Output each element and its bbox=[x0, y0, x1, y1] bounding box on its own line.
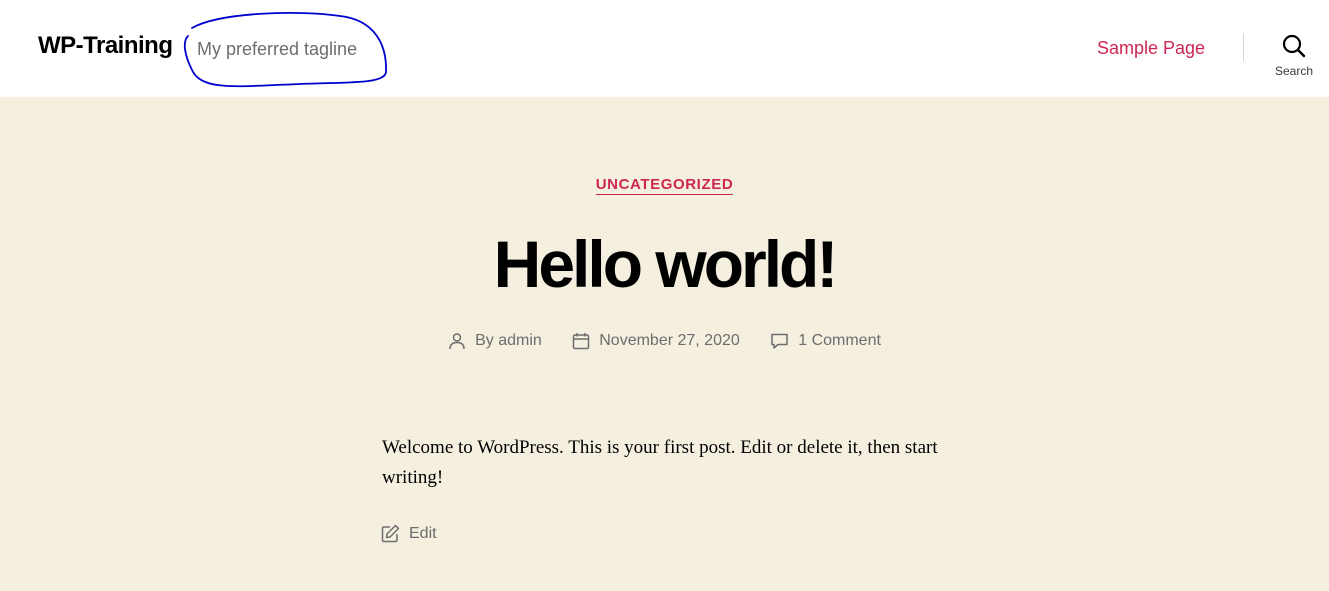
nav-divider bbox=[1243, 33, 1244, 61]
post-content: Welcome to WordPress. This is your first… bbox=[382, 437, 938, 488]
category-link[interactable]: UNCATEGORIZED bbox=[595, 176, 734, 195]
calendar-icon bbox=[572, 333, 590, 350]
date-link[interactable]: November 27, 2020 bbox=[599, 330, 740, 352]
author-prefix: By bbox=[475, 332, 494, 349]
post-date: November 27, 2020 bbox=[572, 330, 740, 352]
user-icon bbox=[449, 333, 465, 350]
search-toggle-button[interactable]: Search bbox=[1262, 34, 1326, 84]
comments-link[interactable]: 1 Comment bbox=[798, 330, 881, 352]
comment-icon bbox=[771, 333, 788, 349]
author-link[interactable]: admin bbox=[498, 330, 542, 352]
search-icon bbox=[1282, 34, 1306, 58]
site-header: WP-Training My preferred tagline Sample … bbox=[0, 0, 1329, 97]
post-category: UNCATEGORIZED bbox=[0, 176, 1329, 195]
edit-icon bbox=[381, 524, 400, 543]
post-author: By admin bbox=[448, 330, 542, 352]
post-meta: By admin November 27, 2020 1 Comment bbox=[0, 330, 1329, 357]
edit-post-link[interactable]: Edit bbox=[381, 524, 437, 543]
edit-label: Edit bbox=[409, 524, 437, 542]
search-label: Search bbox=[1274, 64, 1314, 78]
site-tagline: My preferred tagline bbox=[197, 39, 358, 59]
nav-item-sample-page[interactable]: Sample Page bbox=[1097, 36, 1205, 60]
post-title[interactable]: Hello world! bbox=[0, 224, 1329, 304]
site-title[interactable]: WP-Training bbox=[38, 31, 173, 61]
post-comments: 1 Comment bbox=[770, 330, 881, 352]
